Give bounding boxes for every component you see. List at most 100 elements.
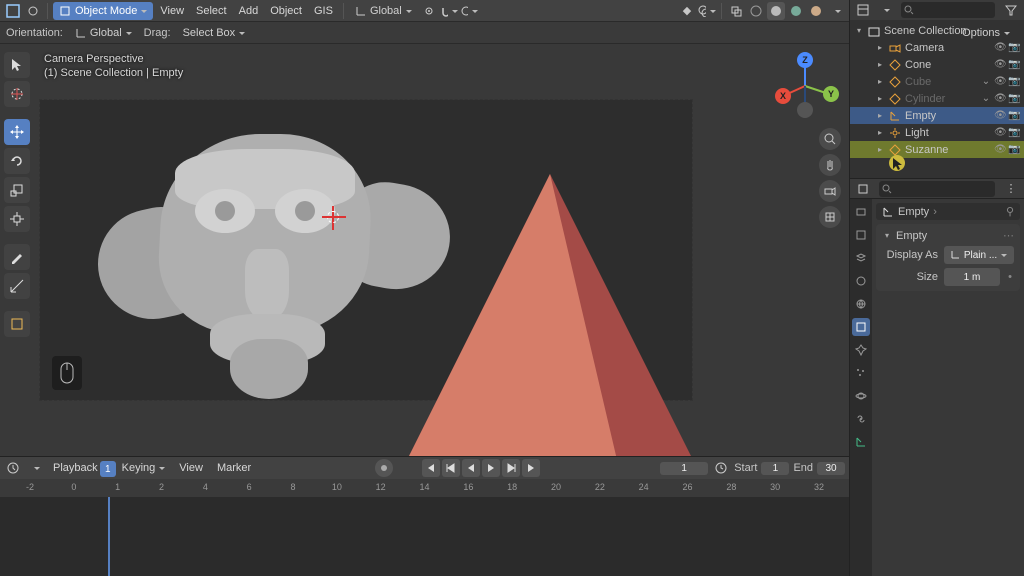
transform-orientation[interactable]: Global xyxy=(349,2,418,20)
tab-particles[interactable] xyxy=(852,364,870,382)
outliner-display-mode[interactable] xyxy=(876,1,894,19)
tl-marker[interactable]: Marker xyxy=(212,462,256,474)
render-icon[interactable]: 📷 xyxy=(1008,110,1020,121)
pivot-icon[interactable] xyxy=(420,2,438,20)
drag-dropdown[interactable]: Select Box xyxy=(177,24,252,42)
properties-breadcrumb[interactable]: Empty › ⚲ xyxy=(876,203,1020,220)
render-icon[interactable]: 📷 xyxy=(1008,42,1020,53)
tool-measure[interactable] xyxy=(4,273,30,299)
eye-icon[interactable]: 👁 xyxy=(994,110,1006,121)
tool-select[interactable] xyxy=(4,52,30,78)
tab-scene[interactable] xyxy=(852,272,870,290)
editor-type-icon[interactable] xyxy=(4,2,22,20)
shading-options[interactable] xyxy=(827,2,845,20)
render-icon[interactable]: 📷 xyxy=(1008,76,1020,87)
tab-viewlayer[interactable] xyxy=(852,249,870,267)
tl-view[interactable]: View xyxy=(174,462,208,474)
panel-header[interactable]: ▾ Empty ⋯ xyxy=(876,227,1020,244)
tab-data[interactable] xyxy=(852,433,870,451)
menu-add[interactable]: Add xyxy=(234,5,264,17)
keyframe-next[interactable] xyxy=(502,459,520,477)
shading-rendered[interactable] xyxy=(807,2,825,20)
timeline-mode[interactable] xyxy=(26,459,44,477)
shading-solid[interactable] xyxy=(767,2,785,20)
outliner-item-empty[interactable]: ▸Empty👁📷 xyxy=(850,107,1024,124)
nav-gizmo[interactable]: Z Y X xyxy=(773,54,837,118)
jump-start[interactable] xyxy=(422,459,440,477)
properties-search[interactable] xyxy=(879,181,995,197)
eye-icon[interactable]: 👁 xyxy=(994,144,1006,155)
outliner-item-light[interactable]: ▸Light👁📷 xyxy=(850,124,1024,141)
shading-wire[interactable] xyxy=(747,2,765,20)
keyframe-prev[interactable] xyxy=(442,459,460,477)
restrict-icon[interactable]: ⌄ xyxy=(980,76,992,87)
nav-zoom[interactable] xyxy=(819,128,841,150)
tab-output[interactable] xyxy=(852,226,870,244)
timeline-editor-icon[interactable] xyxy=(4,459,22,477)
tab-render[interactable] xyxy=(852,203,870,221)
axis-x[interactable]: X xyxy=(775,88,791,104)
axis-z[interactable]: Z xyxy=(797,52,813,68)
mode-dropdown[interactable]: Object Mode xyxy=(53,2,153,20)
end-frame[interactable]: 30 xyxy=(817,462,845,475)
preview-range-icon[interactable] xyxy=(712,459,730,477)
proportional-edit[interactable] xyxy=(460,2,478,20)
play-rev[interactable] xyxy=(462,459,480,477)
size-field[interactable]: 1 m xyxy=(944,268,1000,286)
tool-scale[interactable] xyxy=(4,177,30,203)
play-fwd[interactable] xyxy=(482,459,500,477)
suzanne-object[interactable] xyxy=(80,114,440,404)
tool-rotate[interactable] xyxy=(4,148,30,174)
tl-keying[interactable]: Keying xyxy=(117,462,171,474)
timeline-ruler[interactable]: 1 -2012468101214161820222426283032 xyxy=(0,479,849,497)
render-icon[interactable]: 📷 xyxy=(1008,93,1020,104)
tab-constraints[interactable] xyxy=(852,410,870,428)
tool-addcube[interactable] xyxy=(4,311,30,337)
shading-matprev[interactable] xyxy=(787,2,805,20)
nav-persp[interactable] xyxy=(819,206,841,228)
timeline-body[interactable] xyxy=(0,497,849,576)
current-frame-field[interactable]: 1 xyxy=(660,462,708,475)
axis-y[interactable]: Y xyxy=(823,86,839,102)
outliner-editor-icon[interactable] xyxy=(854,1,872,19)
eye-icon[interactable]: 👁 xyxy=(994,127,1006,138)
outliner-item-cube[interactable]: ▸Cube⌄👁📷 xyxy=(850,73,1024,90)
render-icon[interactable]: 📷 xyxy=(1008,127,1020,138)
nav-camera[interactable] xyxy=(819,180,841,202)
tab-object[interactable] xyxy=(852,318,870,336)
menu-object[interactable]: Object xyxy=(265,5,307,17)
eye-icon[interactable]: 👁 xyxy=(994,76,1006,87)
tool-transform[interactable] xyxy=(4,206,30,232)
nav-pan[interactable] xyxy=(819,154,841,176)
axis-neg[interactable] xyxy=(797,102,813,118)
start-frame[interactable]: 1 xyxy=(761,462,789,475)
size-anim-dot[interactable]: • xyxy=(1006,271,1014,283)
outliner-item-cylinder[interactable]: ▸Cylinder⌄👁📷 xyxy=(850,90,1024,107)
outliner-search[interactable] xyxy=(901,2,995,18)
tab-modifiers[interactable] xyxy=(852,341,870,359)
displayas-field[interactable]: Plain ... xyxy=(944,246,1014,264)
orientation-dropdown[interactable]: Global xyxy=(69,24,138,42)
props-editor-icon[interactable] xyxy=(854,180,872,198)
eye-icon[interactable]: 👁 xyxy=(994,59,1006,70)
tool-annotate[interactable] xyxy=(4,244,30,270)
outliner-item-suzanne[interactable]: ▸Suzanne👁📷 xyxy=(850,141,1024,158)
tab-physics[interactable] xyxy=(852,387,870,405)
tab-world[interactable] xyxy=(852,295,870,313)
restrict-icon[interactable]: ⌄ xyxy=(980,93,992,104)
outliner-item-cone[interactable]: ▸Cone👁📷 xyxy=(850,56,1024,73)
render-icon[interactable]: 📷 xyxy=(1008,144,1020,155)
panel-menu-icon[interactable]: ⋯ xyxy=(1003,229,1014,242)
menu-view[interactable]: View xyxy=(155,5,189,17)
xray-toggle[interactable] xyxy=(727,2,745,20)
snap-toggle[interactable] xyxy=(440,2,458,20)
render-icon[interactable]: 📷 xyxy=(1008,59,1020,70)
jump-end[interactable] xyxy=(522,459,540,477)
menu-gis[interactable]: GIS xyxy=(309,5,338,17)
pin-icon[interactable]: ⚲ xyxy=(1006,205,1014,218)
overlay-toggle[interactable] xyxy=(698,2,716,20)
cursor-tool-icon[interactable] xyxy=(24,2,42,20)
autokey-toggle[interactable] xyxy=(375,459,393,477)
eye-icon[interactable]: 👁 xyxy=(994,42,1006,53)
3d-viewport[interactable]: Camera Perspective (1) Scene Collection … xyxy=(0,44,849,456)
